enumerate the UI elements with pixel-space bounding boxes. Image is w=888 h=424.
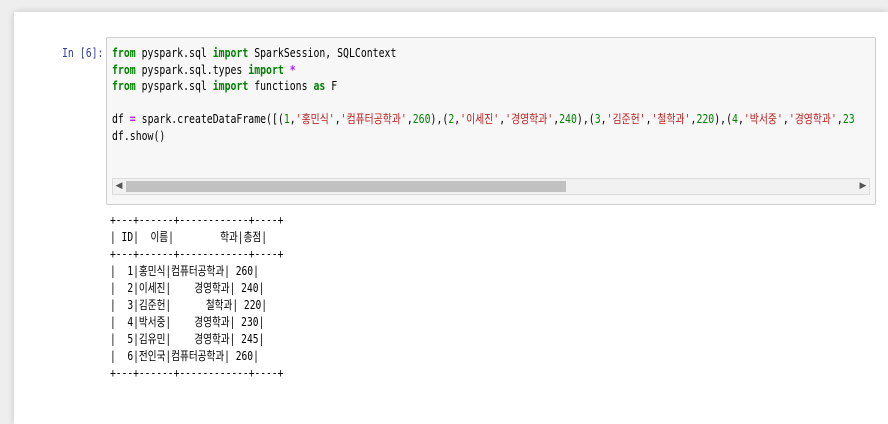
code-token: import [212, 79, 249, 93]
scrollbar-thumb[interactable] [126, 181, 566, 192]
code-token: '철학과' [651, 112, 691, 126]
code-token: pyspark.sql [135, 46, 213, 60]
code-token: '경영학과' [505, 112, 554, 126]
scroll-left-arrow-icon[interactable]: ◀ [113, 179, 125, 194]
code-token: '홍민식' [295, 112, 335, 126]
code-token: '박서중' [743, 112, 783, 126]
code-input-area[interactable]: from pyspark.sql import SparkSession, SQ… [106, 37, 876, 205]
code-token: ),( [430, 112, 449, 126]
code-token: 220 [696, 112, 715, 126]
code-token: spark.createDataFrame([( [135, 112, 284, 126]
code-token: F [325, 79, 338, 93]
code-line: df.show() [112, 128, 855, 145]
code-token: df.show() [112, 128, 166, 143]
scroll-right-arrow-icon[interactable]: ▶ [857, 179, 869, 194]
code-token: import [212, 46, 249, 60]
code-line: df = spark.createDataFrame([(1,'홍민식','컴퓨… [112, 111, 855, 128]
notebook-page: In [6]: from pyspark.sql import SparkSes… [14, 12, 888, 424]
code-token: SparkSession, SQLContext [248, 46, 397, 60]
code-token: pyspark.sql [135, 79, 213, 93]
cell-output: +---+------+------------+----+ | ID| 이름|… [110, 213, 284, 380]
input-prompt: In [6]: [62, 46, 104, 60]
code-token: '컴퓨터공학과' [340, 112, 407, 126]
code-token: * [289, 62, 296, 77]
code-token: df [112, 112, 130, 126]
code-token: as [313, 79, 326, 93]
code-token: functions [248, 79, 314, 93]
code-line: from pyspark.sql import SparkSession, SQ… [112, 45, 855, 62]
code-token: from [112, 62, 136, 77]
code-token: '이세진' [460, 112, 500, 126]
code-token: 23 [842, 112, 855, 126]
code-token: pyspark.sql.types [135, 62, 249, 77]
code-line: from pyspark.sql.types import * [112, 62, 855, 79]
code-editor[interactable]: from pyspark.sql import SparkSession, SQ… [112, 45, 855, 144]
code-token: from [112, 79, 136, 93]
code-token: ),( [714, 112, 733, 126]
code-line: from pyspark.sql import functions as F [112, 78, 855, 95]
code-token: '경영학과' [788, 112, 837, 126]
code-token: import [248, 62, 284, 77]
code-token: from [112, 46, 136, 60]
code-token: '김준헌' [606, 112, 646, 126]
code-token: 260 [412, 112, 431, 126]
code-token: 240 [559, 112, 577, 126]
horizontal-scrollbar[interactable]: ◀ ▶ [112, 178, 870, 195]
code-token: ),( [576, 112, 595, 126]
